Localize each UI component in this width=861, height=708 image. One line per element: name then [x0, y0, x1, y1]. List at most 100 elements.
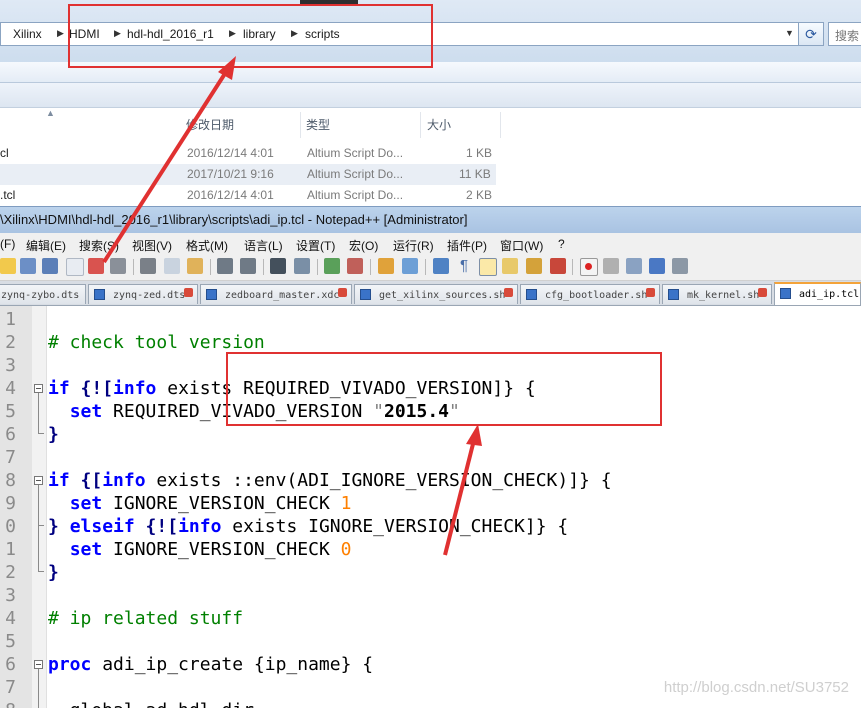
menu-view[interactable]: 视图(V) [132, 237, 172, 254]
menu-plugins[interactable]: 插件(P) [447, 237, 487, 254]
tab-close-icon[interactable] [184, 288, 193, 297]
refresh-button[interactable]: ⟳ [798, 22, 824, 46]
tab-cfg-bootloader[interactable]: cfg_bootloader.sh [520, 284, 660, 304]
file-row[interactable]: cl 2016/12/14 4:01 Altium Script Do... 1… [0, 143, 496, 164]
code-line-14: # ip related stuff [48, 608, 243, 629]
line-number: 3 [5, 355, 16, 376]
line-number: 4 [5, 608, 16, 629]
menu-run[interactable]: 运行(R) [393, 237, 434, 254]
tab-close-icon[interactable] [338, 288, 347, 297]
tab-label: get_xilinx_sources.sh [379, 290, 506, 301]
zoom-in-icon[interactable] [324, 258, 340, 274]
code-token: IGNORE_VERSION_CHECK [102, 493, 341, 514]
close-icon[interactable] [66, 258, 84, 276]
code-token: exists IGNORE_VERSION_CHECK]} { [221, 516, 569, 537]
zoom-out-icon[interactable] [347, 258, 363, 274]
record-macro-icon[interactable] [580, 258, 598, 276]
fold-line [38, 485, 39, 571]
sync-h-icon[interactable] [402, 258, 418, 274]
new-file-icon[interactable] [0, 258, 16, 274]
menu-window[interactable]: 窗口(W) [500, 237, 543, 254]
function-list-icon[interactable] [550, 258, 566, 274]
fold-toggle-icon[interactable] [34, 384, 43, 393]
file-row[interactable]: 2017/10/21 9:16 Altium Script Do... 11 K… [0, 164, 496, 185]
column-divider [300, 112, 301, 138]
tab-close-icon[interactable] [758, 288, 767, 297]
file-icon [360, 289, 371, 300]
search-input[interactable]: 搜索 s [828, 22, 861, 46]
line-number: 3 [5, 585, 16, 606]
print-icon[interactable] [110, 258, 126, 274]
menu-format[interactable]: 格式(M) [186, 237, 228, 254]
play-macro-icon[interactable] [626, 258, 642, 274]
file-icon [526, 289, 537, 300]
cut-icon[interactable] [140, 258, 156, 274]
tab-zedboard-master[interactable]: zedboard_master.xdc [200, 284, 352, 304]
fold-margin [32, 306, 47, 708]
address-dropdown-icon[interactable]: ▼ [785, 28, 794, 38]
code-line-11: set IGNORE_VERSION_CHECK 0 [48, 539, 352, 560]
tab-zynq-zybo[interactable]: zynq-zybo.dts [0, 284, 86, 304]
menu-help[interactable]: ? [558, 237, 565, 251]
replace-icon[interactable] [294, 258, 310, 274]
udl-icon[interactable] [502, 258, 518, 274]
breadcrumb-xilinx[interactable]: Xilinx [13, 27, 42, 41]
file-type: Altium Script Do... [307, 146, 404, 160]
number-literal: 1 [340, 493, 352, 514]
fold-toggle-icon[interactable] [34, 476, 43, 485]
line-number: 6 [5, 654, 16, 675]
menu-language[interactable]: 语言(L) [244, 237, 283, 254]
line-number: 6 [5, 424, 16, 445]
undo-icon[interactable] [217, 258, 233, 274]
keyword: elseif [69, 516, 135, 537]
fold-toggle-icon[interactable] [34, 660, 43, 669]
redo-icon[interactable] [240, 258, 256, 274]
sync-v-icon[interactable] [378, 258, 394, 274]
stop-macro-icon[interactable] [603, 258, 619, 274]
menu-edit[interactable]: 编辑(E) [26, 237, 66, 254]
code-token: {![ [69, 378, 114, 399]
file-date: 2017/10/21 9:16 [187, 167, 274, 181]
toolbar: ¶ [0, 255, 861, 281]
tab-adi-ip[interactable]: adi_ip.tcl [774, 282, 861, 305]
save-macro-icon[interactable] [672, 258, 688, 274]
column-header-size[interactable]: 大小 [427, 116, 451, 133]
tab-get-xilinx-sources[interactable]: get_xilinx_sources.sh [354, 284, 518, 304]
column-divider [500, 112, 501, 138]
word-wrap-icon[interactable] [433, 258, 449, 274]
tab-zynq-zed[interactable]: zynq-zed.dts [88, 284, 198, 304]
find-icon[interactable] [270, 258, 286, 274]
column-header-date[interactable]: 修改日期 [186, 116, 234, 133]
tab-close-icon[interactable] [646, 288, 655, 297]
notepad-title-bar: \Xilinx\HDMI\hdl-hdl_2016_r1\library\scr… [0, 206, 861, 233]
tab-close-icon[interactable] [504, 288, 513, 297]
file-size: 2 KB [466, 188, 493, 202]
menu-search[interactable]: 搜索(S) [79, 237, 119, 254]
line-number: 7 [5, 447, 16, 468]
toolbar-separator [425, 259, 426, 275]
file-name: cl [0, 146, 9, 160]
menu-file[interactable]: (F) [0, 237, 15, 251]
tab-mk-kernel[interactable]: mk_kernel.sh [662, 284, 772, 304]
close-all-icon[interactable] [88, 258, 104, 274]
breadcrumb-separator-icon[interactable]: ▶ [57, 28, 64, 39]
number-literal: 0 [340, 539, 352, 560]
line-number: 8 [0, 700, 16, 708]
column-header-type[interactable]: 类型 [306, 116, 330, 133]
keyword: set [69, 493, 103, 514]
file-size: 1 KB [466, 146, 493, 160]
indent-guide-icon[interactable] [479, 258, 497, 276]
line-number: 8 [5, 470, 16, 491]
save-icon[interactable] [20, 258, 36, 274]
save-all-icon[interactable] [42, 258, 58, 274]
menu-macro[interactable]: 宏(O) [349, 237, 378, 254]
toolbar-separator [133, 259, 134, 275]
file-row[interactable]: .tcl 2016/12/14 4:01 Altium Script Do...… [0, 185, 496, 206]
copy-icon[interactable] [164, 258, 180, 274]
doc-map-icon[interactable] [526, 258, 542, 274]
paste-icon[interactable] [187, 258, 203, 274]
show-all-chars-icon[interactable]: ¶ [456, 258, 472, 274]
file-date: 2016/12/14 4:01 [187, 146, 274, 160]
run-macro-multiple-icon[interactable] [649, 258, 665, 274]
menu-settings[interactable]: 设置(T) [296, 237, 335, 254]
